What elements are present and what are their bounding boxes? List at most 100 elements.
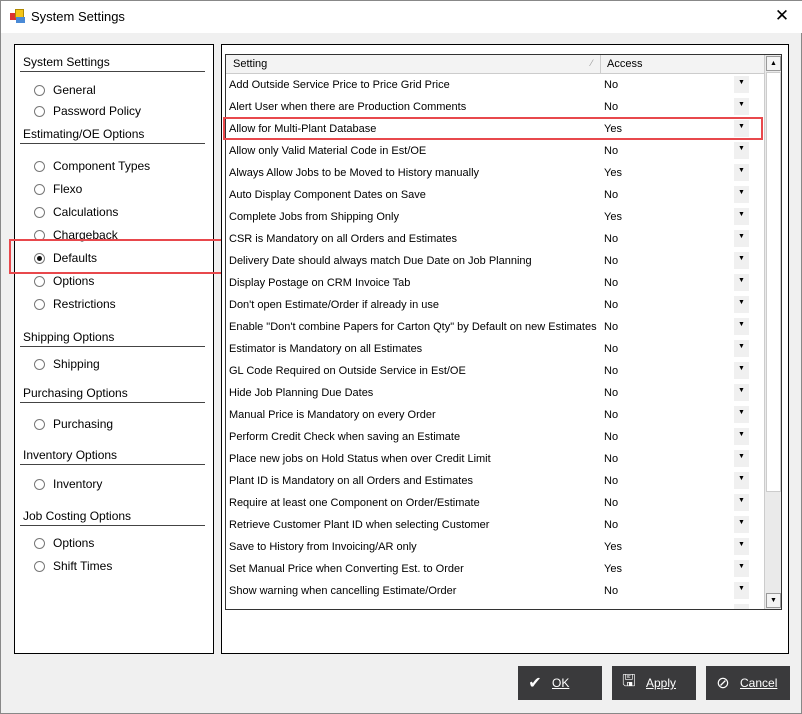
radio-icon[interactable]	[34, 84, 45, 96]
table-row[interactable]: GL Code Required on Outside Service in E…	[226, 360, 764, 382]
table-row[interactable]: CSR is Mandatory on all Orders and Estim…	[226, 228, 764, 250]
radio-icon[interactable]	[34, 105, 45, 117]
radio-icon[interactable]	[34, 537, 45, 549]
radio-shift-times[interactable]: Shift Times	[34, 557, 112, 575]
dropdown-arrow-icon[interactable]: ▼	[734, 142, 749, 159]
radio-icon[interactable]	[34, 160, 45, 172]
table-row[interactable]: Set Manual Price when Converting Est. to…	[226, 558, 764, 580]
column-header-access[interactable]: Access	[607, 58, 642, 70]
radio-password-policy[interactable]: Password Policy	[34, 102, 141, 120]
scroll-up-icon[interactable]: ▲	[766, 56, 781, 71]
dropdown-arrow-icon[interactable]: ▼	[734, 406, 749, 423]
table-row[interactable]: Place new jobs on Hold Status when over …	[226, 448, 764, 470]
access-value[interactable]: No	[604, 475, 618, 487]
access-value[interactable]: No	[604, 101, 618, 113]
access-value[interactable]: Yes	[604, 541, 622, 553]
radio-icon[interactable]	[34, 206, 45, 218]
dropdown-arrow-icon[interactable]: ▼	[734, 538, 749, 555]
table-row-clipped[interactable]	[226, 602, 764, 609]
access-value[interactable]: No	[604, 255, 618, 267]
dropdown-arrow-icon[interactable]: ▼	[734, 230, 749, 247]
dropdown-arrow-icon[interactable]: ▼	[734, 362, 749, 379]
table-row[interactable]: Auto Display Component Dates on Save No ▼	[226, 184, 764, 206]
dropdown-arrow-icon[interactable]: ▼	[734, 384, 749, 401]
access-value[interactable]: Yes	[604, 167, 622, 179]
table-row[interactable]: Alert User when there are Production Com…	[226, 96, 764, 118]
apply-button[interactable]: 🖫 Apply	[612, 666, 696, 700]
dropdown-arrow-icon[interactable]: ▼	[734, 76, 749, 93]
access-value[interactable]: No	[604, 519, 618, 531]
radio-purchasing[interactable]: Purchasing	[34, 415, 113, 433]
dropdown-arrow-icon[interactable]: ▼	[734, 164, 749, 181]
access-value[interactable]: No	[604, 79, 618, 91]
radio-options[interactable]: Options	[34, 272, 94, 290]
table-row[interactable]: Add Outside Service Price to Price Grid …	[226, 74, 764, 96]
table-row[interactable]: Don't open Estimate/Order if already in …	[226, 294, 764, 316]
radio-component-types[interactable]: Component Types	[34, 157, 150, 175]
access-value[interactable]: No	[604, 189, 618, 201]
dropdown-arrow-icon[interactable]: ▼	[734, 252, 749, 269]
dropdown-arrow-icon[interactable]: ▼	[734, 494, 749, 511]
dropdown-arrow-icon[interactable]: ▼	[734, 340, 749, 357]
access-value[interactable]: No	[604, 233, 618, 245]
cancel-button[interactable]: ⊘ Cancel	[706, 666, 790, 700]
radio-icon[interactable]	[34, 298, 45, 310]
radio-icon[interactable]	[34, 560, 45, 572]
radio-icon[interactable]	[34, 275, 45, 287]
dropdown-arrow-icon[interactable]: ▼	[734, 472, 749, 489]
dropdown-arrow-icon[interactable]: ▼	[734, 98, 749, 115]
dropdown-arrow-icon[interactable]: ▼	[734, 186, 749, 203]
table-row[interactable]: Plant ID is Mandatory on all Orders and …	[226, 470, 764, 492]
table-row[interactable]: Retrieve Customer Plant ID when selectin…	[226, 514, 764, 536]
table-row[interactable]: Estimator is Mandatory on all Estimates N…	[226, 338, 764, 360]
access-value[interactable]: No	[604, 277, 618, 289]
table-row[interactable]: Enable "Don't combine Papers for Carton …	[226, 316, 764, 338]
access-value[interactable]: No	[604, 321, 618, 333]
dropdown-arrow-icon[interactable]	[734, 604, 749, 609]
dropdown-arrow-icon[interactable]: ▼	[734, 428, 749, 445]
access-value[interactable]: Yes	[604, 563, 622, 575]
dropdown-arrow-icon[interactable]: ▼	[734, 450, 749, 467]
table-row[interactable]: Delivery Date should always match Due Da…	[226, 250, 764, 272]
access-value[interactable]: No	[604, 365, 618, 377]
access-value[interactable]: No	[604, 453, 618, 465]
dropdown-arrow-icon[interactable]: ▼	[734, 582, 749, 599]
scroll-thumb[interactable]	[766, 72, 781, 492]
radio-inventory[interactable]: Inventory	[34, 475, 102, 493]
dropdown-arrow-icon[interactable]: ▼	[734, 296, 749, 313]
access-value[interactable]: No	[604, 497, 618, 509]
dropdown-arrow-icon[interactable]: ▼	[734, 274, 749, 291]
table-row[interactable]: Complete Jobs from Shipping Only Yes ▼	[226, 206, 764, 228]
table-row[interactable]: Require at least one Component on Order/…	[226, 492, 764, 514]
table-row[interactable]: Manual Price is Mandatory on every Order…	[226, 404, 764, 426]
access-value[interactable]: Yes	[604, 211, 622, 223]
radio-icon[interactable]	[34, 478, 45, 490]
radio-restrictions[interactable]: Restrictions	[34, 295, 116, 313]
radio-flexo[interactable]: Flexo	[34, 180, 82, 198]
dropdown-arrow-icon[interactable]: ▼	[734, 318, 749, 335]
table-row[interactable]: Save to History from Invoicing/AR only Ye…	[226, 536, 764, 558]
column-header-setting[interactable]: Setting	[233, 58, 267, 70]
radio-general[interactable]: General	[34, 81, 96, 99]
scroll-down-icon[interactable]: ▼	[766, 593, 781, 608]
access-value[interactable]: No	[604, 387, 618, 399]
access-value[interactable]: No	[604, 585, 618, 597]
dropdown-arrow-icon[interactable]: ▼	[734, 560, 749, 577]
table-row[interactable]: Allow only Valid Material Code in Est/OE…	[226, 140, 764, 162]
radio-icon[interactable]	[34, 183, 45, 195]
table-row[interactable]: Display Postage on CRM Invoice Tab No ▼	[226, 272, 764, 294]
access-value[interactable]: No	[604, 343, 618, 355]
vertical-scrollbar[interactable]: ▲ ▼	[764, 55, 781, 609]
radio-calculations[interactable]: Calculations	[34, 203, 118, 221]
access-value[interactable]: No	[604, 409, 618, 421]
access-value[interactable]: No	[604, 145, 618, 157]
radio-options[interactable]: Options	[34, 534, 94, 552]
access-value[interactable]: No	[604, 299, 618, 311]
radio-icon[interactable]	[34, 358, 45, 370]
access-value[interactable]: No	[604, 431, 618, 443]
dropdown-arrow-icon[interactable]: ▼	[734, 516, 749, 533]
table-row[interactable]: Hide Job Planning Due Dates No ▼	[226, 382, 764, 404]
dropdown-arrow-icon[interactable]: ▼	[734, 208, 749, 225]
table-row[interactable]: Perform Credit Check when saving an Esti…	[226, 426, 764, 448]
radio-shipping[interactable]: Shipping	[34, 355, 100, 373]
